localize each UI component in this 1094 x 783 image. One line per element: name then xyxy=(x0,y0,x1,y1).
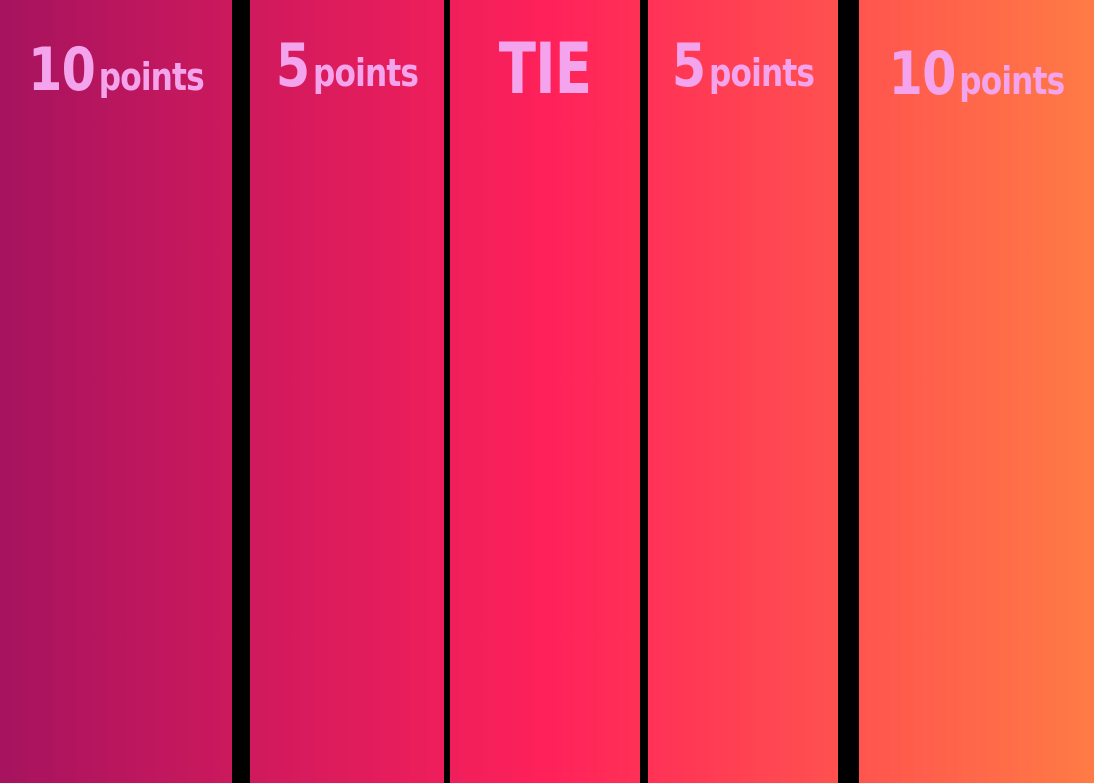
divider xyxy=(838,0,859,783)
zone-10-points-right[interactable]: 10 points xyxy=(859,0,1094,783)
divider xyxy=(232,0,250,783)
score-board: 10 points 5 points TIE 5 points 10 point… xyxy=(0,0,1094,783)
zone-unit: points xyxy=(709,51,815,95)
zone-label: 5 points xyxy=(267,36,426,96)
zone-value: 5 xyxy=(275,31,310,101)
zone-label: 10 points xyxy=(21,40,211,100)
zone-unit: points xyxy=(98,55,205,99)
zone-value: 10 xyxy=(28,35,96,105)
zone-value: 5 xyxy=(671,31,706,101)
zone-unit: points xyxy=(959,59,1065,103)
zone-unit: points xyxy=(313,51,419,95)
zone-tie[interactable]: TIE xyxy=(450,0,640,783)
divider xyxy=(640,0,648,783)
zone-value: 10 xyxy=(888,39,957,109)
zone-label: 5 points xyxy=(665,36,821,96)
zone-5-points-left[interactable]: 5 points xyxy=(250,0,444,783)
zone-5-points-right[interactable]: 5 points xyxy=(648,0,838,783)
zone-10-points-left[interactable]: 10 points xyxy=(0,0,232,783)
zone-value: TIE xyxy=(498,28,592,110)
zone-label: 10 points xyxy=(880,44,1073,104)
